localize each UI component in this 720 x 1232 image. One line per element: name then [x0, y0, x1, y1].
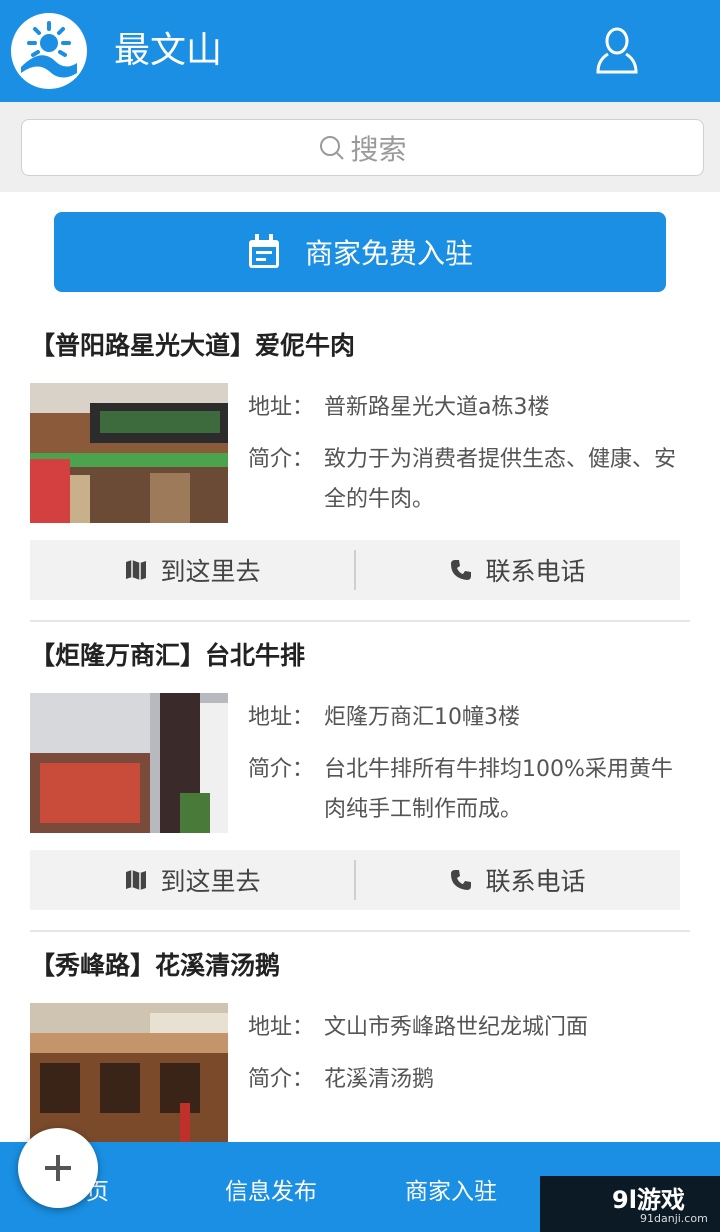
call-button[interactable]: 联系电话 — [355, 850, 680, 910]
listing-photo[interactable] — [30, 693, 228, 833]
intro-label: 简介： — [248, 1067, 315, 1092]
listing-card: 【普阳路星光大道】爱伲牛肉 地址： 普新路星光大道a栋3楼 简介： 致力于为消费… — [30, 328, 690, 625]
listing-photo[interactable] — [30, 383, 228, 523]
calendar-icon — [248, 234, 279, 268]
merchant-join-button[interactable]: 商家免费入驻 — [54, 212, 666, 292]
watermark: 9l游戏 91danji.com — [540, 1176, 720, 1232]
call-label: 联系电话 — [485, 867, 586, 896]
divider — [30, 930, 690, 932]
divider — [30, 620, 690, 622]
listing-card: 【秀峰路】花溪清汤鹅 地址： 文山市秀峰路世纪龙城门面 简介： 花溪清汤鹅 — [30, 948, 690, 1142]
address-label: 地址： — [248, 395, 315, 420]
listing-title[interactable]: 【普阳路星光大道】爱伲牛肉 — [30, 328, 355, 364]
phone-icon — [451, 560, 472, 580]
intro-value: 致力于为消费者提供生态、健康、安全的牛肉。 — [324, 447, 677, 512]
search-placeholder: 搜索 — [350, 132, 407, 166]
call-label: 联系电话 — [485, 557, 586, 586]
intro-value: 花溪清汤鹅 — [324, 1067, 435, 1092]
nav-item-merchant-join[interactable]: 商家入驻 — [405, 1172, 497, 1206]
add-button[interactable] — [18, 1128, 98, 1208]
address-value: 文山市秀峰路世纪龙城门面 — [324, 1015, 589, 1040]
action-bar: 到这里去 联系电话 — [30, 850, 680, 910]
listing-title[interactable]: 【炬隆万商汇】台北牛排 — [30, 638, 305, 674]
action-bar: 到这里去 联系电话 — [30, 540, 680, 600]
go-here-button[interactable]: 到这里去 — [30, 850, 355, 910]
listing-photo[interactable] — [30, 1003, 228, 1142]
search-area: 搜索 — [0, 102, 720, 192]
watermark-text: 9l游戏 — [612, 1186, 685, 1214]
intro-label: 简介： — [248, 757, 315, 782]
address-value: 普新路星光大道a栋3楼 — [324, 395, 550, 420]
search-input[interactable]: 搜索 — [21, 119, 704, 176]
map-icon — [126, 870, 147, 890]
merchant-join-label: 商家免费入驻 — [304, 237, 473, 270]
phone-icon — [451, 870, 472, 890]
search-icon — [320, 135, 345, 160]
watermark-url: 91danji.com — [640, 1212, 708, 1225]
nav-item-publish[interactable]: 信息发布 — [225, 1172, 317, 1206]
listing-title[interactable]: 【秀峰路】花溪清汤鹅 — [30, 948, 280, 984]
map-icon — [126, 560, 147, 580]
address-label: 地址： — [248, 705, 315, 730]
sunflower-logo-icon[interactable] — [11, 13, 87, 89]
address-label: 地址： — [248, 1015, 315, 1040]
go-here-label: 到这里去 — [160, 557, 261, 586]
top-bar: 最文山 — [0, 0, 720, 102]
go-here-button[interactable]: 到这里去 — [30, 540, 355, 600]
address-value: 炬隆万商汇10幢3楼 — [324, 705, 520, 730]
plus-icon — [45, 1155, 71, 1181]
user-icon[interactable] — [594, 26, 640, 76]
intro-value: 台北牛排所有牛排均100%采用黄牛肉纯手工制作而成。 — [324, 757, 673, 822]
go-here-label: 到这里去 — [160, 867, 261, 896]
listing-card: 【炬隆万商汇】台北牛排 地址： 炬隆万商汇10幢3楼 简介： 台北牛排所有牛排均… — [30, 638, 690, 935]
app-title: 最文山 — [114, 30, 223, 71]
call-button[interactable]: 联系电话 — [355, 540, 680, 600]
intro-label: 简介： — [248, 447, 315, 472]
